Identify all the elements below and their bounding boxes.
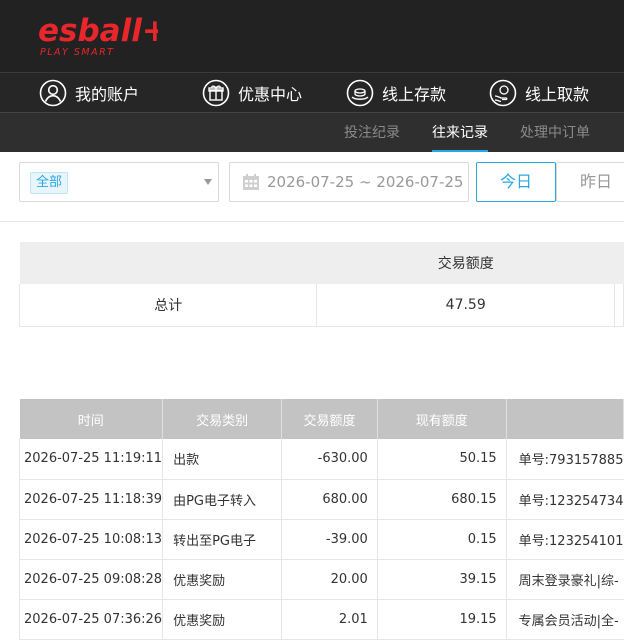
main-nav: 我的账户 优惠中心 线上存款 线上取款 xyxy=(0,72,624,112)
sub-nav: 投注纪录 往来记录 处理中订单 xyxy=(0,112,624,153)
cell-remarks: 周末登录豪礼|综- xyxy=(506,559,624,600)
cell-time: 2026-07-25 09:08:28 xyxy=(18,559,164,600)
summary-header-amount: 交易额度 xyxy=(316,242,615,284)
col-type: 交易类别 xyxy=(162,399,283,439)
deposit-icon xyxy=(346,79,374,107)
yesterday-button[interactable]: 昨日 xyxy=(556,162,624,202)
cell-type: 出款 xyxy=(162,439,283,480)
nav-my-account[interactable]: 我的账户 xyxy=(39,73,139,113)
summary-header-row: 交易额度 xyxy=(19,242,624,284)
records-table: 时间 交易类别 交易额度 现有额度 2026-07-25 11:19:11 出款… xyxy=(18,399,624,640)
nav-promotions[interactable]: 优惠中心 xyxy=(202,73,302,113)
user-icon xyxy=(39,79,67,107)
cell-remarks: 单号:793157885 xyxy=(506,439,624,480)
col-amount: 交易额度 xyxy=(281,399,378,439)
cell-time: 2026-07-25 10:08:13 xyxy=(18,519,164,560)
col-remarks xyxy=(506,399,624,439)
cell-remarks: 专属会员活动|全- xyxy=(506,599,624,640)
table-row: 2026-07-25 09:08:28 优惠奖励 20.00 39.15 周末登… xyxy=(18,559,624,600)
summary-total-row: 总计 47.59 xyxy=(18,284,624,327)
cell-time: 2026-07-25 11:19:11 xyxy=(18,439,164,480)
records-header-row: 时间 交易类别 交易额度 现有额度 xyxy=(19,399,624,439)
cell-time: 2026-07-25 07:36:26 xyxy=(18,599,164,640)
cell-type: 转出至PG电子 xyxy=(162,519,283,560)
cell-time: 2026-07-25 11:18:39 xyxy=(18,479,164,520)
cell-remarks: 单号:123254101 xyxy=(506,519,624,560)
cell-amount: -39.00 xyxy=(281,519,378,560)
cell-amount: 680.00 xyxy=(281,479,378,520)
cell-type: 优惠奖励 xyxy=(162,559,283,600)
logo-tagline: PLAY SMART xyxy=(40,47,114,58)
logo-text: esball+ xyxy=(38,13,158,49)
date-range-text: 2026-07-25 ~ 2026-07-25 xyxy=(267,173,464,191)
tab-bet-records[interactable]: 投注纪录 xyxy=(344,113,400,153)
col-time: 时间 xyxy=(19,399,164,439)
top-bar: esball+ PLAY SMART xyxy=(0,0,624,72)
cell-balance: 19.15 xyxy=(377,599,507,640)
gift-icon xyxy=(202,79,230,107)
nav-label: 优惠中心 xyxy=(238,85,303,104)
cell-balance: 50.15 xyxy=(377,439,507,480)
caret-down-icon xyxy=(204,179,212,185)
nav-deposit[interactable]: 线上存款 xyxy=(346,73,446,113)
table-row: 2026-07-25 11:19:11 出款 -630.00 50.15 单号:… xyxy=(18,439,624,480)
nav-label: 线上取款 xyxy=(525,85,590,104)
date-range-picker[interactable]: 2026-07-25 ~ 2026-07-25 xyxy=(229,162,469,202)
col-balance: 现有额度 xyxy=(377,399,507,439)
transaction-type-select[interactable]: 全部 xyxy=(19,162,219,202)
selected-type-tag: 全部 xyxy=(30,172,69,194)
today-button[interactable]: 今日 xyxy=(476,162,556,202)
tab-pending-orders[interactable]: 处理中订单 xyxy=(520,113,590,153)
table-row: 2026-07-25 11:18:39 由PG电子转入 680.00 680.1… xyxy=(18,479,624,520)
cell-balance: 0.15 xyxy=(377,519,507,560)
summary-total-label: 总计 xyxy=(18,284,318,327)
nav-label: 我的账户 xyxy=(75,85,140,104)
table-row: 2026-07-25 07:36:26 优惠奖励 2.01 19.15 专属会员… xyxy=(18,599,624,640)
cell-balance: 39.15 xyxy=(377,559,507,600)
esball-logo[interactable]: esball+ PLAY SMART xyxy=(38,8,158,60)
cell-amount: -630.00 xyxy=(281,439,378,480)
filter-bar: 全部 2026-07-25 ~ 2026-07-25 今日 昨日 xyxy=(0,152,624,222)
cell-remarks: 单号:123254734 xyxy=(506,479,624,520)
cell-type: 优惠奖励 xyxy=(162,599,283,640)
nav-label: 线上存款 xyxy=(382,85,447,104)
cell-amount: 2.01 xyxy=(281,599,378,640)
cell-amount: 20.00 xyxy=(281,559,378,600)
table-row: 2026-07-25 10:08:13 转出至PG电子 -39.00 0.15 … xyxy=(18,519,624,560)
nav-withdraw[interactable]: 线上取款 xyxy=(489,73,589,113)
withdraw-icon xyxy=(489,79,517,107)
tab-transaction-records[interactable]: 往来记录 xyxy=(432,113,488,153)
calendar-icon xyxy=(243,174,259,190)
cell-balance: 680.15 xyxy=(377,479,507,520)
summary-table: 交易额度 总计 47.59 xyxy=(18,242,624,327)
summary-total-value: 47.59 xyxy=(316,284,615,327)
cell-type: 由PG电子转入 xyxy=(162,479,283,520)
